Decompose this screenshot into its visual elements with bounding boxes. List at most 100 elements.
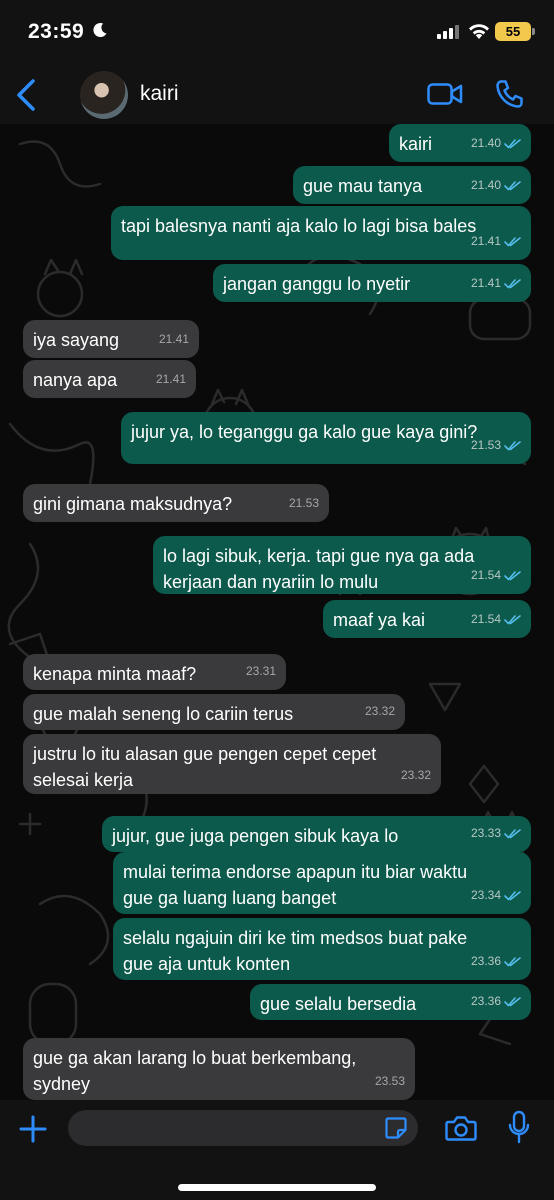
message-text: gue ga luang luang banget: [123, 888, 337, 908]
status-bar: 23:59 55: [0, 0, 554, 66]
incoming-message-bubble[interactable]: gue malah seneng lo cariin terus 23.32: [23, 694, 405, 730]
message-meta: 21.41: [156, 366, 186, 392]
sticker-icon[interactable]: [384, 1116, 408, 1140]
message-meta: 21.41: [471, 270, 521, 296]
message-time: 23.33: [470, 826, 501, 840]
plus-icon[interactable]: [18, 1114, 48, 1144]
message-input[interactable]: [68, 1110, 418, 1146]
message-meta: 21.41: [471, 228, 521, 254]
message-text: sydney: [33, 1074, 91, 1094]
read-ticks-icon: [504, 570, 521, 580]
message-time: 21.41: [470, 234, 501, 248]
outgoing-message-bubble[interactable]: selalu ngajuin diri ke tim medsos buat p…: [113, 918, 531, 980]
message-text: jujur ya, lo teganggu ga kalo gue kaya g…: [131, 422, 478, 442]
message-meta: 23.32: [365, 698, 395, 724]
message-meta: 21.40: [471, 130, 521, 156]
battery-indicator: 55: [495, 22, 531, 41]
chat-area[interactable]: kairi 21.40 gue mau tanya 21.40 tapi balesny…: [0, 124, 554, 1100]
message-meta: 21.54: [471, 606, 521, 632]
outgoing-message-bubble[interactable]: lo lagi sibuk, kerja. tapi gue nya ga ad…: [153, 536, 531, 594]
phone-call-icon[interactable]: [495, 79, 523, 109]
input-bar: [0, 1100, 554, 1200]
message-time: 21.54: [470, 612, 501, 626]
back-chevron-icon[interactable]: [14, 78, 38, 112]
message-time: 23.34: [470, 888, 501, 902]
message-time: 23.32: [400, 768, 431, 782]
message-time: 23.36: [470, 954, 501, 968]
message-meta: 23.31: [246, 658, 276, 684]
incoming-message-bubble[interactable]: gini gimana maksudnya? 21.53: [23, 484, 329, 522]
message-text: gue ga akan larang lo buat berkembang,: [33, 1048, 357, 1068]
message-meta: 23.32: [401, 762, 431, 788]
outgoing-message-bubble[interactable]: kairi 21.40: [389, 124, 531, 162]
outgoing-message-bubble[interactable]: gue mau tanya 21.40: [293, 166, 531, 204]
message-text: jujur, gue juga pengen sibuk kaya lo: [112, 826, 399, 846]
camera-icon[interactable]: [445, 1114, 477, 1142]
incoming-message-bubble[interactable]: nanya apa 21.41: [23, 360, 196, 398]
message-time: 21.40: [470, 178, 501, 192]
read-ticks-icon: [504, 278, 521, 288]
microphone-icon[interactable]: [508, 1110, 530, 1144]
message-text: gue malah seneng lo cariin terus: [33, 704, 294, 724]
message-meta: 23.36: [471, 948, 521, 974]
message-text: justru lo itu alasan gue pengen cepet ce…: [33, 744, 377, 764]
message-text: kerjaan dan nyariin lo mulu: [163, 572, 379, 592]
status-time: 23:59: [28, 20, 85, 43]
read-ticks-icon: [504, 236, 521, 246]
chat-header: kairi: [0, 66, 554, 124]
message-meta: 23.33: [471, 820, 521, 846]
wifi-icon: [469, 24, 489, 39]
message-time: 23.31: [245, 664, 276, 678]
message-meta: 21.53: [289, 490, 319, 516]
read-ticks-icon: [504, 180, 521, 190]
message-time: 21.41: [470, 276, 501, 290]
read-ticks-icon: [504, 440, 521, 450]
message-meta: 21.41: [159, 326, 189, 352]
message-time: 23.36: [470, 994, 501, 1008]
read-ticks-icon: [504, 996, 521, 1006]
incoming-message-bubble[interactable]: kenapa minta maaf? 23.31: [23, 654, 286, 690]
outgoing-message-bubble[interactable]: mulai terima endorse apapun itu biar wak…: [113, 852, 531, 914]
incoming-message-bubble[interactable]: gue ga akan larang lo buat berkembang, sy…: [23, 1038, 415, 1100]
contact-name[interactable]: kairi: [140, 82, 179, 106]
message-text: selalu ngajuin diri ke tim medsos buat p…: [123, 928, 468, 948]
message-text: kenapa minta maaf?: [33, 664, 197, 684]
outgoing-message-bubble[interactable]: jujur, gue juga pengen sibuk kaya lo 23.3…: [102, 816, 531, 852]
read-ticks-icon: [504, 890, 521, 900]
outgoing-message-bubble[interactable]: tapi balesnya nanti aja kalo lo lagi bis…: [111, 206, 531, 260]
read-ticks-icon: [504, 614, 521, 624]
message-time: 21.41: [155, 372, 186, 386]
message-time: 21.53: [470, 438, 501, 452]
outgoing-message-bubble[interactable]: jujur ya, lo teganggu ga kalo gue kaya g…: [121, 412, 531, 464]
read-ticks-icon: [504, 956, 521, 966]
message-text: mulai terima endorse apapun itu biar wak…: [123, 862, 468, 882]
message-time: 23.32: [364, 704, 395, 718]
message-meta: 21.54: [471, 562, 521, 588]
message-text: tapi balesnya nanti aja kalo lo lagi bis…: [121, 216, 477, 236]
message-time: 23.53: [374, 1074, 405, 1088]
home-indicator: [178, 1184, 376, 1191]
message-meta: 23.34: [471, 882, 521, 908]
read-ticks-icon: [504, 828, 521, 838]
moon-icon: [93, 23, 107, 38]
message-time: 21.54: [470, 568, 501, 582]
outgoing-message-bubble[interactable]: jangan ganggu lo nyetir 21.41: [213, 264, 531, 302]
outgoing-message-bubble[interactable]: gue selalu bersedia 23.36: [250, 984, 531, 1020]
video-call-icon[interactable]: [427, 82, 463, 106]
message-text: gini gimana maksudnya?: [33, 494, 233, 514]
read-ticks-icon: [504, 138, 521, 148]
message-meta: 23.36: [471, 988, 521, 1014]
battery-level: 55: [505, 24, 521, 39]
incoming-message-bubble[interactable]: justru lo itu alasan gue pengen cepet ce…: [23, 734, 441, 794]
signal-icon: [437, 25, 459, 39]
message-meta: 21.53: [471, 432, 521, 458]
contact-avatar[interactable]: [80, 71, 128, 119]
message-text: selesai kerja: [33, 770, 134, 790]
battery-tip: [532, 28, 535, 35]
incoming-message-bubble[interactable]: iya sayang 21.41: [23, 320, 199, 358]
outgoing-message-bubble[interactable]: maaf ya kai 21.54: [323, 600, 531, 638]
message-text: lo lagi sibuk, kerja. tapi gue nya ga ad…: [163, 546, 475, 566]
message-meta: 21.40: [471, 172, 521, 198]
message-time: 21.53: [288, 496, 319, 510]
message-text: gue aja untuk konten: [123, 954, 291, 974]
